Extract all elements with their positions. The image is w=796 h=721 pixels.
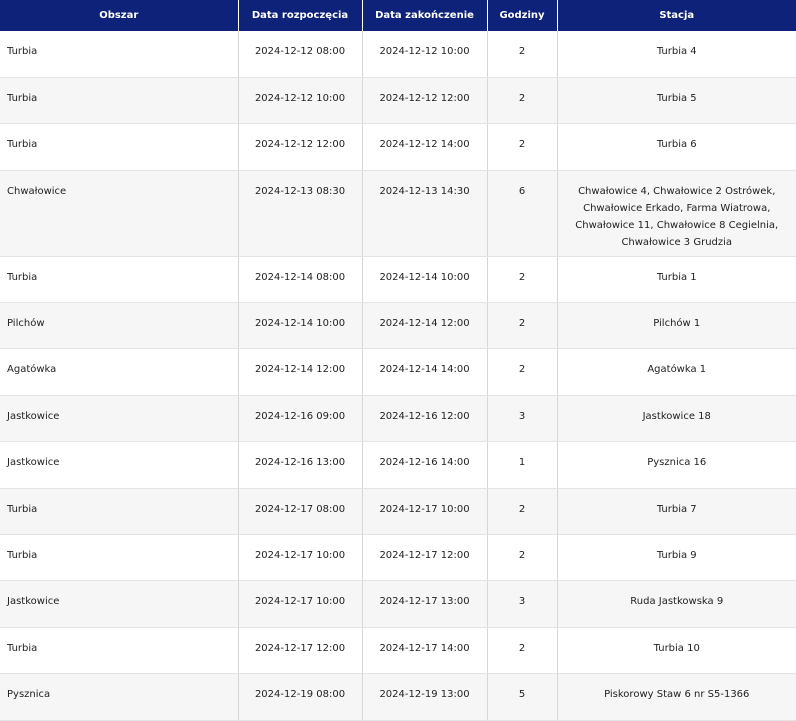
cell-hours: 2 — [486, 534, 557, 582]
column-header-start-date[interactable]: Data rozpoczęcia — [237, 0, 362, 31]
table-row: Jastkowice 2024-12-16 13:00 2024-12-16 14:… — [0, 441, 796, 489]
cell-hours: 2 — [486, 348, 557, 396]
cell-start-date: 2024-12-12 10:00 — [237, 77, 362, 125]
table-row: Agatówka 2024-12-14 12:00 2024-12-14 14:00… — [0, 348, 796, 396]
table-row: Turbia 2024-12-12 10:00 2024-12-12 12:00 2 T… — [0, 77, 796, 125]
cell-station: Turbia 4 — [556, 31, 796, 78]
cell-start-date: 2024-12-17 10:00 — [237, 534, 362, 582]
column-header-area[interactable]: Obszar — [0, 0, 238, 31]
cell-start-date: 2024-12-14 08:00 — [237, 256, 362, 304]
cell-start-date: 2024-12-19 08:00 — [237, 673, 362, 721]
table-row: Chwałowice 2024-12-13 08:30 2024-12-13 14:… — [0, 170, 796, 257]
cell-area: Turbia — [0, 31, 238, 78]
cell-start-date: 2024-12-17 10:00 — [237, 580, 362, 628]
table-row: Pysznica 2024-12-19 08:00 2024-12-19 13:00… — [0, 673, 796, 721]
table-row: Turbia 2024-12-17 10:00 2024-12-17 12:00 2 T… — [0, 534, 796, 582]
cell-start-date: 2024-12-14 10:00 — [237, 302, 362, 350]
cell-hours: 2 — [486, 77, 557, 125]
table-row: Turbia 2024-12-12 12:00 2024-12-12 14:00 2 T… — [0, 123, 796, 171]
column-header-station[interactable]: Stacja — [556, 0, 796, 31]
cell-hours: 1 — [486, 441, 557, 489]
cell-end-date: 2024-12-14 14:00 — [361, 348, 487, 396]
cell-start-date: 2024-12-16 09:00 — [237, 395, 362, 443]
cell-station: Turbia 6 — [556, 123, 796, 171]
cell-station: Turbia 5 — [556, 77, 796, 125]
header-row: Obszar Data rozpoczęcia Data zakończenie… — [0, 0, 796, 31]
cell-hours: 2 — [486, 123, 557, 171]
cell-area: Jastkowice — [0, 580, 238, 628]
cell-area: Turbia — [0, 488, 238, 536]
cell-end-date: 2024-12-12 10:00 — [361, 31, 487, 78]
cell-hours: 2 — [486, 302, 557, 350]
cell-station: Pysznica 16 — [556, 441, 796, 489]
cell-station: Jastkowice 18 — [556, 395, 796, 443]
cell-station: Pilchów 1 — [556, 302, 796, 350]
cell-end-date: 2024-12-14 10:00 — [361, 256, 487, 304]
cell-station: Turbia 10 — [556, 627, 796, 675]
cell-end-date: 2024-12-16 14:00 — [361, 441, 487, 489]
table-row: Turbia 2024-12-14 08:00 2024-12-14 10:00 2 T… — [0, 256, 796, 304]
cell-area: Turbia — [0, 256, 238, 304]
cell-area: Turbia — [0, 534, 238, 582]
cell-area: Jastkowice — [0, 441, 238, 489]
table-row: Jastkowice 2024-12-16 09:00 2024-12-16 12:… — [0, 395, 796, 443]
cell-start-date: 2024-12-17 12:00 — [237, 627, 362, 675]
cell-area: Turbia — [0, 123, 238, 171]
table-row: Turbia 2024-12-17 08:00 2024-12-17 10:00 2 T… — [0, 488, 796, 536]
cell-station: Ruda Jastkowska 9 — [556, 580, 796, 628]
cell-area: Pilchów — [0, 302, 238, 350]
cell-end-date: 2024-12-13 14:30 — [361, 170, 487, 257]
cell-hours: 2 — [486, 488, 557, 536]
table-row: Jastkowice 2024-12-17 10:00 2024-12-17 13:… — [0, 580, 796, 628]
cell-hours: 3 — [486, 580, 557, 628]
cell-start-date: 2024-12-14 12:00 — [237, 348, 362, 396]
cell-area: Jastkowice — [0, 395, 238, 443]
cell-start-date: 2024-12-12 08:00 — [237, 31, 362, 78]
cell-hours: 5 — [486, 673, 557, 721]
cell-hours: 3 — [486, 395, 557, 443]
column-header-hours[interactable]: Godziny — [486, 0, 557, 31]
cell-hours: 6 — [486, 170, 557, 257]
cell-start-date: 2024-12-16 13:00 — [237, 441, 362, 489]
cell-end-date: 2024-12-17 14:00 — [361, 627, 487, 675]
cell-start-date: 2024-12-12 12:00 — [237, 123, 362, 171]
cell-area: Agatówka — [0, 348, 238, 396]
column-header-end-date[interactable]: Data zakończenie — [361, 0, 487, 31]
cell-hours: 2 — [486, 256, 557, 304]
table-body: Turbia 2024-12-12 08:00 2024-12-12 10:00 2 T… — [0, 31, 796, 721]
cell-station: Turbia 9 — [556, 534, 796, 582]
cell-end-date: 2024-12-19 13:00 — [361, 673, 487, 721]
table-row: Pilchów 2024-12-14 10:00 2024-12-14 12:00 2… — [0, 302, 796, 350]
cell-area: Turbia — [0, 627, 238, 675]
cell-end-date: 2024-12-14 12:00 — [361, 302, 487, 350]
table-row: Turbia 2024-12-12 08:00 2024-12-12 10:00 2 T… — [0, 31, 796, 78]
cell-end-date: 2024-12-16 12:00 — [361, 395, 487, 443]
cell-end-date: 2024-12-12 12:00 — [361, 77, 487, 125]
cell-hours: 2 — [486, 31, 557, 78]
cell-hours: 2 — [486, 627, 557, 675]
table-header: Obszar Data rozpoczęcia Data zakończenie… — [0, 0, 796, 31]
cell-station: Agatówka 1 — [556, 348, 796, 396]
cell-area: Chwałowice — [0, 170, 238, 257]
cell-area: Turbia — [0, 77, 238, 125]
cell-station: Chwałowice 4, Chwałowice 2 Ostrówek, Chw… — [556, 170, 796, 257]
cell-station: Turbia 1 — [556, 256, 796, 304]
cell-station: Turbia 7 — [556, 488, 796, 536]
cell-end-date: 2024-12-17 10:00 — [361, 488, 487, 536]
outage-schedule-table: Obszar Data rozpoczęcia Data zakończenie… — [0, 0, 796, 721]
cell-end-date: 2024-12-12 14:00 — [361, 123, 487, 171]
cell-station: Piskorowy Staw 6 nr S5-1366 — [556, 673, 796, 721]
cell-start-date: 2024-12-13 08:30 — [237, 170, 362, 257]
cell-start-date: 2024-12-17 08:00 — [237, 488, 362, 536]
table-row: Turbia 2024-12-17 12:00 2024-12-17 14:00 2 T… — [0, 627, 796, 675]
cell-end-date: 2024-12-17 13:00 — [361, 580, 487, 628]
cell-end-date: 2024-12-17 12:00 — [361, 534, 487, 582]
cell-area: Pysznica — [0, 673, 238, 721]
